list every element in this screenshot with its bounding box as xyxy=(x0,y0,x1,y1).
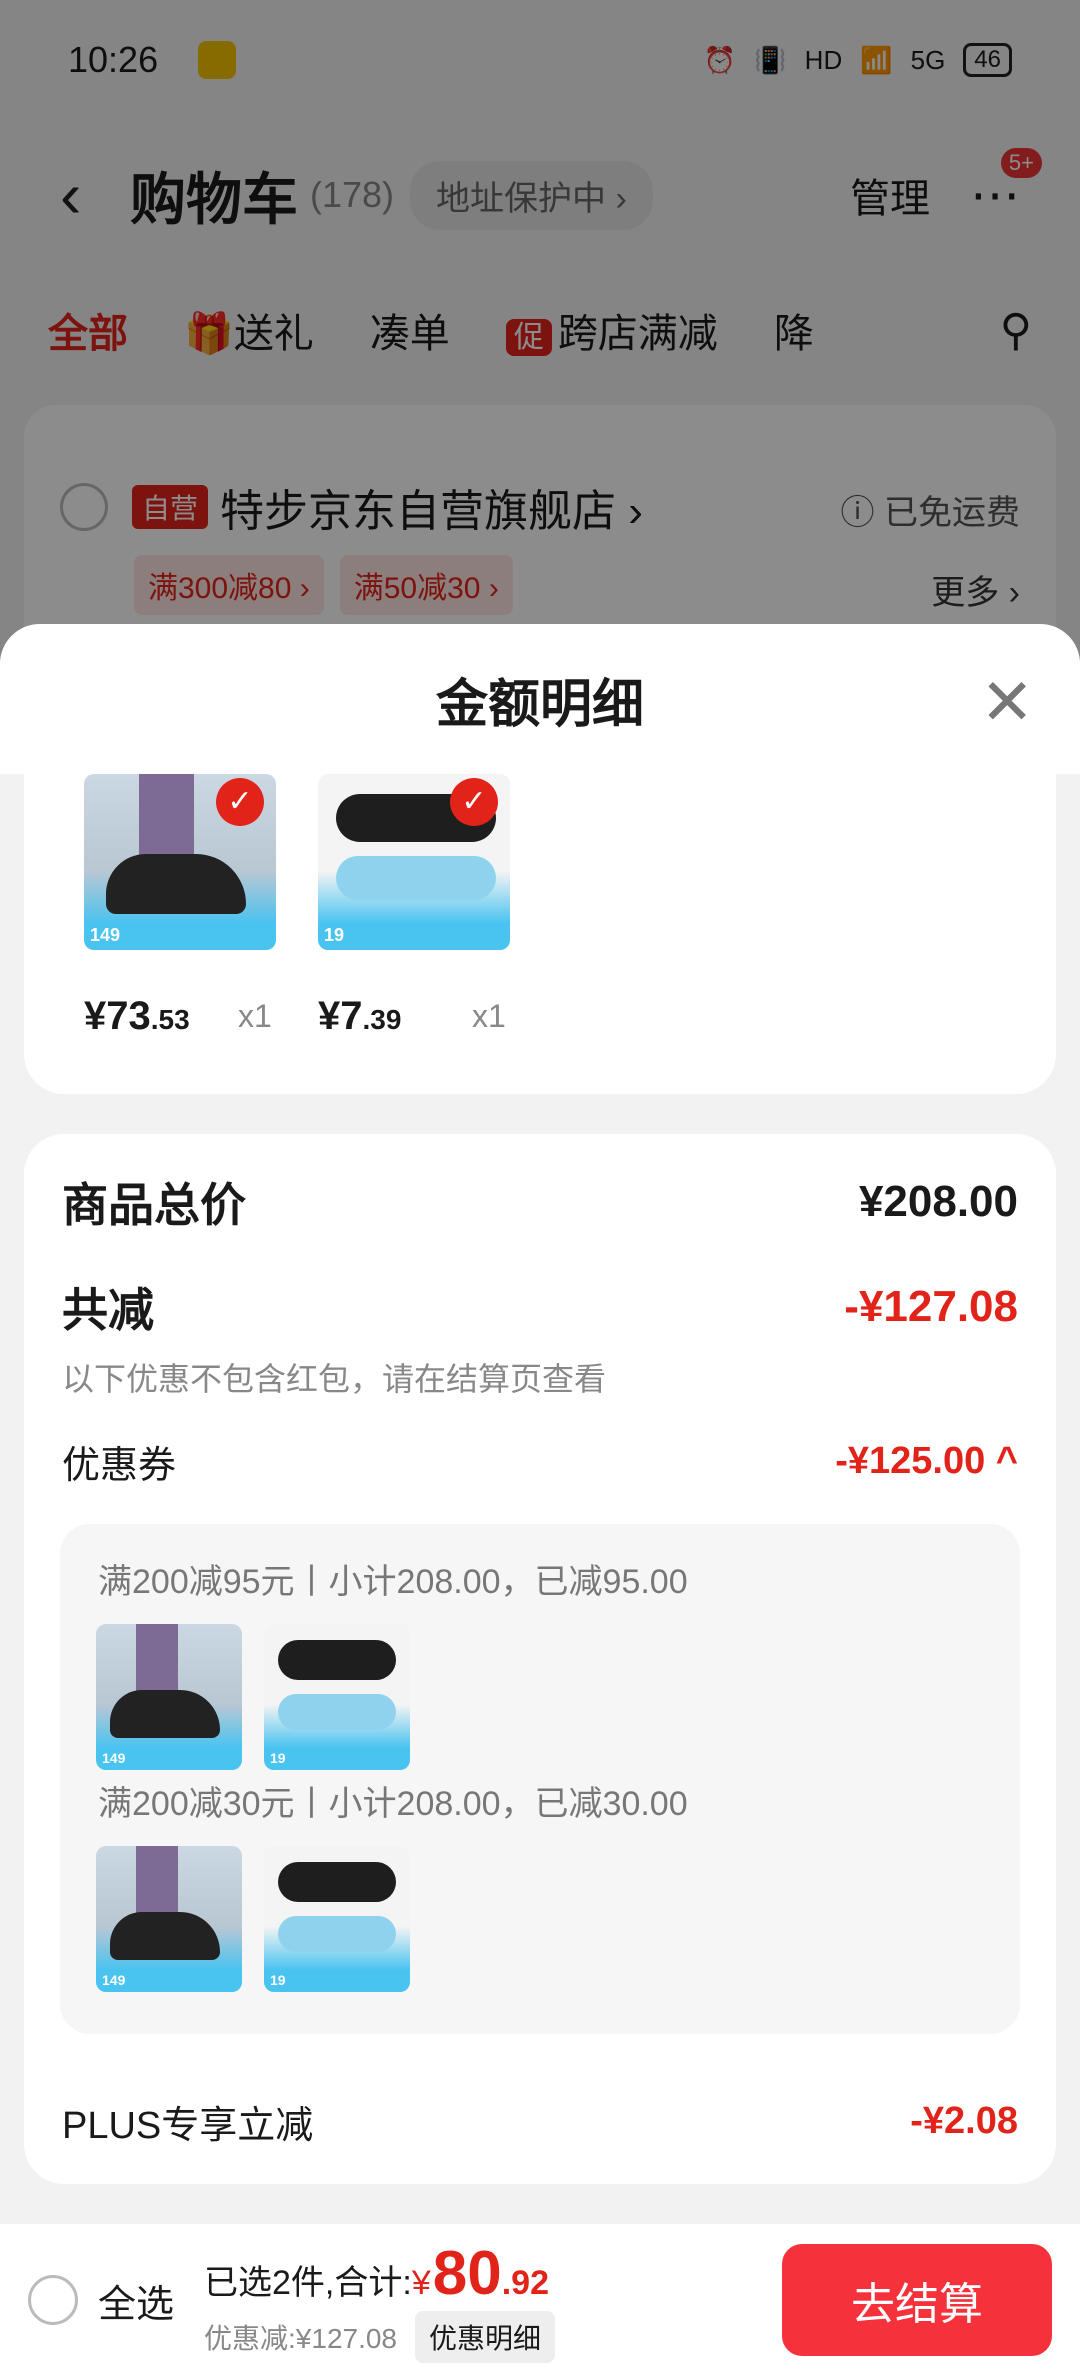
select-all-radio[interactable] xyxy=(28,2275,78,2325)
plus-discount-label: PLUS专享立减 xyxy=(62,2105,314,2147)
total-reduce-value: -¥127.08 xyxy=(844,1282,1018,1331)
good-price-cents: .53 xyxy=(150,1004,190,1035)
image-part xyxy=(136,1846,178,1920)
selected-goods-card: 149 ✓ ¥73.53 x1 19 ✓ ¥7.39 x1 xyxy=(24,774,1056,1094)
selected-good-item[interactable]: 149 ✓ xyxy=(84,774,276,950)
total-price-label: 商品总价 xyxy=(62,1179,246,1231)
image-part xyxy=(278,1694,396,1730)
image-price-tag: 19 xyxy=(324,925,345,945)
price-summary-card: 商品总价 ¥208.00 共减 -¥127.08 以下优惠不包含红包，请在结算页… xyxy=(24,1134,1056,2184)
discount-summary: 优惠减:¥127.08 xyxy=(204,2322,398,2354)
total-reduce-row: 共减 -¥127.08 xyxy=(62,1274,1018,1340)
coupon-product-thumb: 149 xyxy=(96,1624,242,1770)
plus-discount-value: -¥2.08 xyxy=(910,2100,1018,2142)
coupon-line: 满200减30元丨小计208.00，已减30.00 xyxy=(98,1785,688,1823)
close-icon[interactable]: ✕ xyxy=(980,670,1034,734)
image-price-tag: 149 xyxy=(90,925,121,945)
total-price-row: 商品总价 ¥208.00 xyxy=(62,1169,1018,1235)
image-price-tag: 149 xyxy=(102,1972,126,1988)
plus-discount-row: PLUS专享立减 -¥2.08 xyxy=(62,2094,1018,2149)
total-line: 已选2件,合计: ¥ 80 .92 xyxy=(204,2238,555,2309)
good-price-main: ¥73 xyxy=(84,994,151,1038)
image-part xyxy=(336,856,496,900)
image-part xyxy=(278,1916,396,1952)
image-price-tag: 19 xyxy=(270,1750,286,1766)
coupon-detail-box: 满200减95元丨小计208.00，已减95.00 149 19 满200减30… xyxy=(60,1524,1020,2034)
checked-icon: ✓ xyxy=(450,778,498,826)
image-part xyxy=(110,1912,220,1960)
coupon-value[interactable]: -¥125.00 ^ xyxy=(835,1440,1018,1483)
good-price: ¥7.39 xyxy=(318,994,401,1039)
image-part xyxy=(278,1862,396,1902)
selected-good-item[interactable]: 19 ✓ xyxy=(318,774,510,950)
coupon-row[interactable]: 优惠券 -¥125.00 ^ xyxy=(62,1434,1018,1489)
total-amount: 80 xyxy=(432,2238,502,2308)
totals: 已选2件,合计: ¥ 80 .92 优惠减:¥127.08 优惠明细 xyxy=(204,2238,556,2363)
image-part xyxy=(139,774,194,864)
selected-count-text: 已选2件,合计: xyxy=(204,2263,412,2302)
good-quantity: x1 xyxy=(472,998,506,1034)
coupon-product-thumb: 149 xyxy=(96,1846,242,1992)
discount-detail-button[interactable]: 优惠明细 xyxy=(415,2310,556,2363)
sheet-header: 金额明细 ✕ xyxy=(0,624,1080,774)
good-price-cents: .39 xyxy=(362,1004,402,1035)
total-cents: .92 xyxy=(501,2263,549,2302)
sheet-title: 金额明细 xyxy=(435,675,644,734)
image-part xyxy=(110,1690,220,1738)
amount-detail-sheet: 金额明细 ✕ 149 ✓ ¥73.53 x1 19 ✓ ¥7.39 x1 商品总… xyxy=(0,624,1080,2224)
total-price-value: ¥208.00 xyxy=(858,1177,1018,1226)
good-price: ¥73.53 xyxy=(84,994,190,1039)
coupon-product-thumb: 19 xyxy=(264,1624,410,1770)
checkout-button[interactable]: 去结算 xyxy=(782,2244,1052,2356)
checkout-bar: 全选 已选2件,合计: ¥ 80 .92 优惠减:¥127.08 优惠明细 去结… xyxy=(0,2224,1080,2376)
good-price-main: ¥7 xyxy=(318,994,363,1038)
currency-symbol: ¥ xyxy=(411,2263,431,2302)
image-price-tag: 149 xyxy=(102,1750,126,1766)
image-part xyxy=(136,1624,178,1698)
good-quantity: x1 xyxy=(238,998,272,1034)
coupon-line: 满200减95元丨小计208.00，已减95.00 xyxy=(98,1563,688,1601)
image-price-tag: 19 xyxy=(270,1972,286,1988)
discount-line: 优惠减:¥127.08 优惠明细 xyxy=(204,2310,556,2363)
coupon-product-thumb: 19 xyxy=(264,1846,410,1992)
reduce-note: 以下优惠不包含红包，请在结算页查看 xyxy=(62,1361,607,1397)
select-all-label[interactable]: 全选 xyxy=(98,2273,174,2328)
product-image-insole: 19 ✓ xyxy=(318,774,510,950)
image-part xyxy=(278,1640,396,1680)
image-part xyxy=(106,854,246,914)
product-image-shoe: 149 ✓ xyxy=(84,774,276,950)
checked-icon: ✓ xyxy=(216,778,264,826)
coupon-label: 优惠券 xyxy=(62,1445,177,1487)
total-reduce-label: 共减 xyxy=(62,1284,154,1336)
